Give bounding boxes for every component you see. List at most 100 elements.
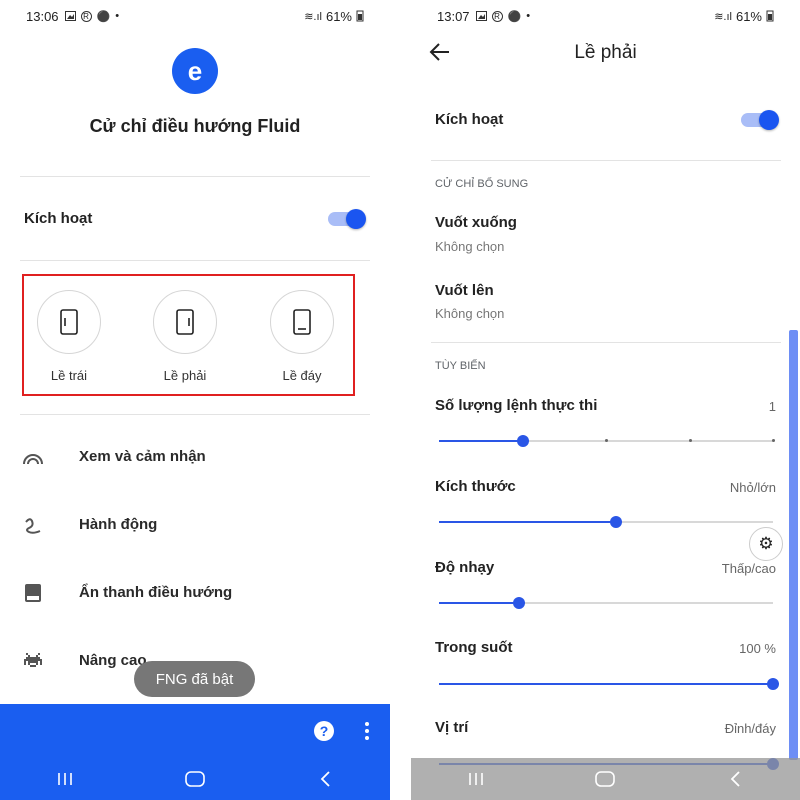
space-invader-icon <box>22 650 44 672</box>
slider-thumb[interactable] <box>516 435 529 447</box>
more-options-icon[interactable] <box>364 722 370 740</box>
swipe-down-value: Không chọn <box>435 239 505 254</box>
battery-icon <box>356 10 364 22</box>
swipe-up-value: Không chọn <box>435 306 505 321</box>
slider-thumb[interactable] <box>767 678 779 690</box>
swipe-up-title[interactable]: Vuốt lên <box>435 282 494 299</box>
status-right: ≋.ıl 61% <box>304 9 364 24</box>
home-icon <box>185 771 205 787</box>
home-icon <box>595 771 616 787</box>
wifi-signal-icon: ≋.ıl <box>714 10 732 23</box>
menu-advanced[interactable]: Nâng cao <box>79 652 147 669</box>
divider <box>20 176 370 177</box>
status-bar: 13:06 R ⚫ • ≋.ıl 61% <box>0 0 390 32</box>
status-right: ≋.ıl 61% <box>714 9 774 24</box>
enable-label: Kích hoạt <box>435 111 504 128</box>
slider-size[interactable] <box>439 516 773 528</box>
slider-value-transparency: 100 % <box>739 641 776 656</box>
battery-percent: 61% <box>325 8 352 24</box>
gesture-icon <box>22 515 44 537</box>
slider-transparency[interactable] <box>439 678 779 690</box>
edge-circle <box>37 290 101 354</box>
slider-thumb[interactable] <box>610 516 623 528</box>
slider-value-position: Đỉnh/đáy <box>724 721 776 736</box>
rainbow-icon <box>22 447 44 469</box>
right-edge-phone-icon <box>176 309 194 335</box>
edge-label-left: Lề trái <box>50 368 88 383</box>
recent-apps-icon <box>58 773 72 785</box>
slider-sensitivity[interactable] <box>439 597 773 609</box>
slider-title-sensitivity: Độ nhạy <box>435 559 495 576</box>
status-time: 13:06 <box>26 8 59 24</box>
enable-toggle[interactable] <box>741 110 779 130</box>
page-title: Lề phải <box>574 42 637 63</box>
navbar-icon <box>22 582 44 604</box>
status-time: 13:07 <box>437 8 470 24</box>
back-button[interactable] <box>305 764 345 794</box>
wifi-signal-icon: ≋.ıl <box>304 10 322 23</box>
bulb-icon: ⚫ <box>507 10 522 23</box>
divider <box>20 414 370 415</box>
edge-circle <box>270 290 334 354</box>
registered-icon: R <box>80 10 92 22</box>
right-edge-settings-screen: 13:07 R ⚫ • ≋.ıl 61% Lề phải Kích hoạt C… <box>411 0 800 800</box>
bottom-edge-phone-icon <box>293 309 311 335</box>
edge-label-right: Lề phải <box>163 368 207 383</box>
slider-tick <box>772 439 775 442</box>
edge-handle-preview <box>789 330 798 760</box>
back-chevron-icon <box>320 771 330 787</box>
slider-title-transparency: Trong suốt <box>435 639 513 656</box>
menu-look-and-feel[interactable]: Xem và cảm nhận <box>79 448 206 465</box>
slider-value-action-count: 1 <box>768 399 776 414</box>
recent-apps-button[interactable] <box>45 764 85 794</box>
battery-icon <box>766 10 774 22</box>
divider <box>431 342 781 343</box>
enable-toggle[interactable] <box>328 209 366 229</box>
dot-icon: • <box>115 10 120 22</box>
enable-label: Kích hoạt <box>24 210 93 227</box>
edge-option-bottom[interactable] <box>270 290 334 354</box>
swipe-down-title[interactable]: Vuốt xuống <box>435 214 517 231</box>
fng-main-screen: 13:06 R ⚫ • ≋.ıl 61% e Cử chỉ điều hướng… <box>0 0 390 800</box>
slider-value-sensitivity: Thấp/cao <box>721 561 776 576</box>
app-logo: e <box>172 48 218 94</box>
divider <box>20 260 370 261</box>
slider-action-count[interactable] <box>439 435 775 447</box>
edge-option-left[interactable] <box>37 290 101 354</box>
toggle-knob <box>346 209 366 229</box>
edge-option-right[interactable] <box>153 290 217 354</box>
slider-thumb[interactable] <box>513 597 526 609</box>
registered-icon: R <box>491 10 503 22</box>
help-icon[interactable]: ? <box>314 721 334 741</box>
toggle-knob <box>759 110 779 130</box>
image-icon <box>64 11 76 21</box>
slider-tick <box>688 439 692 442</box>
slider-fill <box>439 440 523 442</box>
slider-fill <box>439 521 617 523</box>
section-header-customize: TÙY BIẾN <box>435 360 486 372</box>
edge-circle <box>153 290 217 354</box>
screen-gap <box>390 0 411 800</box>
dot-icon: • <box>526 10 531 22</box>
slider-title-position: Vị trí <box>435 719 469 736</box>
slider-title-action-count: Số lượng lệnh thực thi <box>435 397 598 414</box>
menu-actions[interactable]: Hành động <box>79 516 157 533</box>
notification-icons: R ⚫ • <box>64 10 120 23</box>
notification-icons: R ⚫ • <box>475 10 531 23</box>
home-button[interactable] <box>175 764 215 794</box>
toast-message: FNG đã bật <box>134 661 255 697</box>
menu-hide-navbar[interactable]: Ẩn thanh điều hướng <box>79 584 232 601</box>
home-button[interactable] <box>585 764 625 794</box>
battery-percent: 61% <box>735 8 762 24</box>
system-nav-bar <box>411 758 800 800</box>
recent-apps-icon <box>469 773 483 785</box>
bulb-icon: ⚫ <box>96 10 111 23</box>
left-edge-phone-icon <box>60 309 78 335</box>
recent-apps-button[interactable] <box>456 764 496 794</box>
system-nav-bar <box>0 758 390 800</box>
image-icon <box>475 11 487 21</box>
gear-icon[interactable]: ⚙ <box>749 527 783 561</box>
edge-label-bottom: Lề đáy <box>282 368 322 383</box>
section-header-extra-gestures: CỬ CHỈ BỔ SUNG <box>435 178 529 190</box>
back-button[interactable] <box>715 764 755 794</box>
